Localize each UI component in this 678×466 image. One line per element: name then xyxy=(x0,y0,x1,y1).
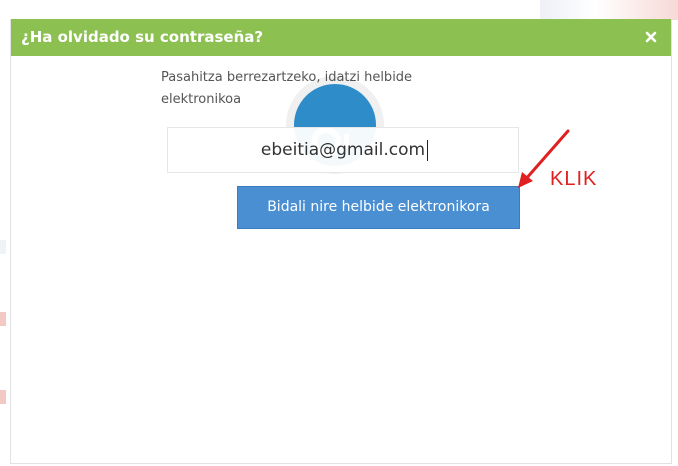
dialog-header: ¿Ha olvidado su contraseña? xyxy=(11,19,671,56)
close-icon xyxy=(645,31,657,43)
dialog-title: ¿Ha olvidado su contraseña? xyxy=(21,28,264,46)
close-button[interactable] xyxy=(641,27,661,47)
forgot-password-dialog: ¿Ha olvidado su contraseña? Pasahitza be… xyxy=(10,19,672,464)
background-decoration xyxy=(0,312,6,326)
submit-button[interactable]: Bidali nire helbide elektronikora xyxy=(237,186,520,229)
email-input[interactable] xyxy=(167,127,519,173)
annotation-label: KLIK xyxy=(550,168,598,190)
background-decoration xyxy=(540,0,678,20)
instruction-text: Pasahitza berrezartzeko, idatzi helbide … xyxy=(161,70,413,107)
background-decoration xyxy=(0,390,6,404)
background-decoration xyxy=(0,240,6,254)
text-caret xyxy=(427,140,428,161)
